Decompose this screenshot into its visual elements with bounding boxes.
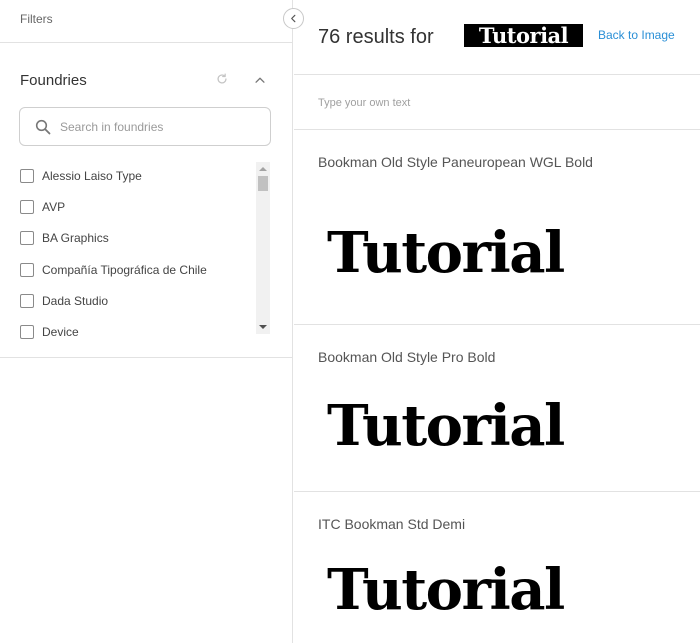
reset-icon[interactable] [215,72,229,86]
font-sample: Tutorial [327,393,565,459]
foundry-label: Device [42,325,79,340]
foundry-list-scrollbar[interactable] [256,162,270,334]
font-name: ITC Bookman Std Demi [318,516,466,532]
scroll-down-arrow-icon[interactable] [256,320,270,334]
foundry-label: AVP [42,199,66,214]
foundry-list: Alessio Laiso Type AVP BA Graphics Compa… [20,160,256,348]
foundry-item[interactable]: AVP [20,191,256,222]
foundry-label: Compañía Tipográfica de Chile [42,262,207,277]
results-count: 76 results for [318,26,434,48]
foundry-checkbox[interactable] [20,231,34,246]
font-sample: Tutorial [327,220,565,286]
filters-header: Filters [0,0,292,43]
font-result-card[interactable]: Bookman Old Style Paneuropean WGL Bold T… [294,131,700,325]
scrollbar-thumb[interactable] [258,176,268,191]
results-header: 76 results for Tutorial Back to Image [294,0,700,75]
foundry-item[interactable]: BA Graphics [20,223,256,254]
filters-panel: Filters Foundries Alessio Laiso Type [0,0,293,643]
foundry-search-input[interactable] [60,108,265,145]
foundry-search-box[interactable] [19,107,271,146]
custom-text-row [294,76,700,130]
custom-text-input[interactable] [318,90,678,116]
query-image-thumbnail: Tutorial [464,24,583,47]
font-result-card[interactable]: Bookman Old Style Pro Bold Tutorial [294,325,700,492]
foundry-checkbox[interactable] [20,168,34,183]
foundry-checkbox[interactable] [20,325,34,340]
font-sample: Tutorial [327,557,565,623]
chevron-left-icon [291,14,296,23]
back-to-image-link[interactable]: Back to Image [598,28,675,42]
foundry-checkbox[interactable] [20,199,34,214]
foundries-filter-section: Foundries Alessio Laiso Type AVP [0,44,292,358]
foundry-item[interactable]: Alessio Laiso Type [20,160,256,191]
foundries-title: Foundries [20,72,87,89]
foundry-label: BA Graphics [42,231,109,246]
foundry-label: Alessio Laiso Type [42,168,142,183]
collapse-filters-button[interactable] [283,8,304,29]
chevron-up-icon[interactable] [253,73,267,87]
scroll-up-arrow-icon[interactable] [256,162,270,176]
foundry-checkbox[interactable] [20,262,34,277]
font-result-card[interactable]: ITC Bookman Std Demi Tutorial [294,492,700,643]
search-icon [35,119,51,135]
foundry-item[interactable]: Compañía Tipográfica de Chile [20,254,256,285]
font-name: Bookman Old Style Pro Bold [318,349,496,365]
foundry-item[interactable]: Device [20,316,256,347]
foundry-checkbox[interactable] [20,293,34,308]
font-name: Bookman Old Style Paneuropean WGL Bold [318,154,593,170]
filters-title: Filters [20,12,53,26]
foundry-label: Dada Studio [42,293,109,308]
foundry-item[interactable]: Dada Studio [20,285,256,316]
results-panel: 76 results for Tutorial Back to Image Bo… [294,0,700,643]
